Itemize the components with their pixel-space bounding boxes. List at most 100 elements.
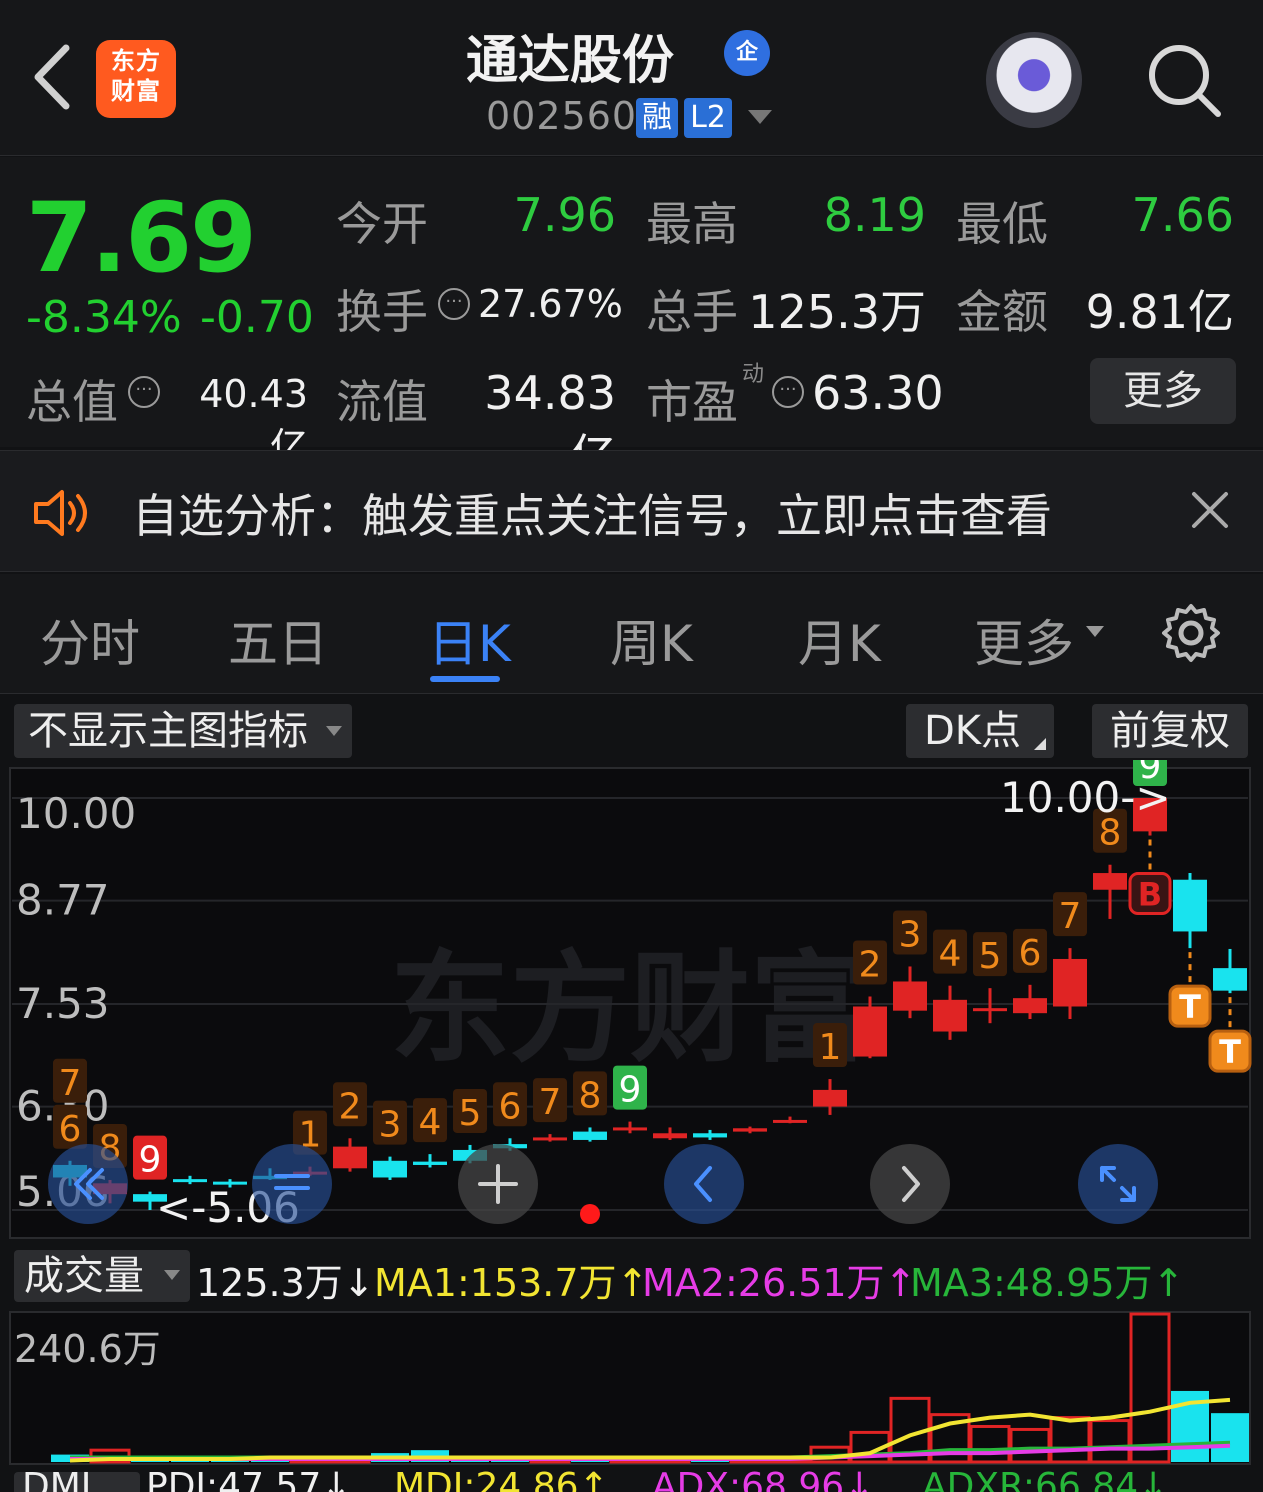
info-icon[interactable]: ··· — [772, 376, 804, 408]
tab-weekly-k[interactable]: 周K — [610, 604, 693, 676]
td-count-number: 7 — [1059, 896, 1082, 937]
float-cap-label: 流值 — [336, 375, 428, 429]
margin-tag: 融 — [636, 98, 678, 138]
td-count-label: 9 — [613, 1065, 647, 1111]
close-icon[interactable] — [1188, 488, 1232, 532]
tab-intraday[interactable]: 分时 — [40, 604, 140, 676]
td-count-number: 3 — [899, 914, 922, 955]
dmi-select[interactable]: DMI — [14, 1469, 140, 1492]
info-icon[interactable]: ··· — [128, 376, 160, 408]
candle-body — [973, 1008, 1007, 1012]
td-count-label: 5 — [973, 932, 1007, 977]
tab-monthly-k[interactable]: 月K — [798, 604, 881, 676]
volume-axis-label: 240.6万 — [14, 1327, 161, 1371]
turnover-value: 27.67% — [478, 282, 623, 326]
indicator-icon[interactable] — [252, 1144, 332, 1224]
td-count-label: 1 — [813, 1023, 847, 1068]
price-axis-label: 8.77 — [16, 876, 110, 925]
td-count-label: 7 — [53, 1058, 87, 1104]
kline-chart[interactable]: 东方财富 10.008.777.536.305.06 6789123456789… — [0, 760, 1263, 1240]
assistant-robot-icon[interactable] — [986, 32, 1082, 128]
overlay-button-bg — [1078, 1144, 1158, 1224]
signal-text: B — [1138, 876, 1162, 914]
active-tab-indicator — [430, 676, 500, 682]
max-price-label: 10.00-> — [1000, 773, 1171, 822]
pe-value: 63.30 — [812, 366, 944, 420]
candle-body — [373, 1160, 407, 1178]
td-count-number: 9 — [619, 1070, 642, 1111]
td-count-label: 4 — [413, 1098, 447, 1143]
back-arrow-icon[interactable] — [28, 42, 78, 112]
next-icon[interactable] — [870, 1144, 950, 1224]
candle-body — [933, 999, 967, 1032]
main-indicator-select[interactable]: 不显示主图指标 — [14, 704, 352, 758]
caret-down-icon — [1086, 626, 1104, 637]
candle-body — [173, 1179, 207, 1183]
search-icon[interactable] — [1144, 40, 1224, 120]
tab-daily-k[interactable]: 日K — [428, 604, 511, 676]
candle-body — [1013, 998, 1047, 1014]
volume-bar — [1211, 1413, 1249, 1462]
candle-body — [613, 1127, 647, 1131]
corner-caret-icon — [1034, 738, 1046, 750]
td-count-label: 6 — [53, 1104, 87, 1150]
chevron-down-icon[interactable] — [748, 110, 772, 124]
td-count-number: 6 — [1019, 933, 1042, 974]
signal-text: T — [1179, 988, 1201, 1026]
td-count-label: 3 — [373, 1100, 407, 1146]
td-count-label: 7 — [533, 1078, 567, 1123]
dmi-adxr: ADXR:66.84↓ — [922, 1466, 1169, 1492]
volume-chart[interactable]: 240.6万 — [0, 1310, 1263, 1466]
overlay-button-bg — [252, 1144, 332, 1224]
overlay-button-bg — [870, 1144, 950, 1224]
gear-icon[interactable] — [1160, 602, 1222, 664]
pe-dynamic-mark: 动 — [742, 362, 765, 387]
open-label: 今开 — [336, 197, 428, 251]
stock-code: 002560 — [486, 94, 638, 138]
candle-body — [813, 1089, 847, 1107]
change-amount: -0.70 — [200, 292, 314, 343]
rewind-icon[interactable] — [48, 1144, 128, 1224]
td-count-number: 8 — [579, 1075, 602, 1116]
high-value: 8.19 — [823, 188, 926, 242]
expand-icon[interactable] — [1078, 1144, 1158, 1224]
more-button[interactable]: 更多 — [1090, 358, 1236, 424]
candle-body — [413, 1161, 447, 1165]
main-indicator-label: 不显示主图指标 — [28, 708, 308, 754]
signal-text: T — [1219, 1033, 1241, 1071]
volume-indicator-select[interactable]: 成交量 — [14, 1250, 190, 1302]
info-icon[interactable]: ··· — [438, 288, 470, 320]
td-count-label: 2 — [853, 940, 887, 985]
prev-icon[interactable] — [664, 1144, 744, 1224]
tab-five-day[interactable]: 五日 — [228, 604, 328, 676]
turnover-label: 换手 — [336, 285, 428, 339]
candle-body — [1053, 958, 1087, 1007]
td-count-number: 7 — [539, 1082, 562, 1123]
candle-body — [333, 1146, 367, 1169]
candle-body — [893, 981, 927, 1011]
dk-point-select[interactable]: DK点 — [906, 704, 1054, 758]
candle-body — [573, 1131, 607, 1140]
notice-text[interactable]: 自选分析：触发重点关注信号，立即点击查看 — [132, 480, 1052, 546]
tab-more[interactable]: 更多 — [974, 604, 1074, 676]
dk-point-label: DK点 — [924, 708, 1022, 754]
volume-label: 总手 — [646, 285, 738, 339]
caret-down-icon — [326, 726, 342, 736]
td-count-label: 6 — [1013, 928, 1047, 974]
caret-down-icon — [164, 1270, 180, 1280]
td-count-number: 5 — [459, 1093, 482, 1134]
logo-text-bottom: 财富 — [111, 77, 161, 105]
mktcap-label: 总值 — [26, 375, 118, 429]
td-count-number: 4 — [939, 934, 962, 975]
stock-name[interactable]: 通达股份 — [360, 18, 780, 93]
td-count-label: 2 — [333, 1082, 367, 1127]
dmi-mdi: MDI:24.86↑ — [394, 1466, 609, 1492]
price-adjust-select[interactable]: 前复权 — [1092, 704, 1248, 758]
td-count-label: 3 — [893, 910, 927, 955]
candle-body — [1093, 873, 1127, 890]
eastmoney-logo[interactable]: 东方 财富 — [96, 40, 176, 118]
candle-body — [1173, 879, 1207, 932]
plus-icon[interactable] — [458, 1144, 538, 1224]
candle-body — [733, 1128, 767, 1132]
td-count-label: 6 — [493, 1082, 527, 1127]
